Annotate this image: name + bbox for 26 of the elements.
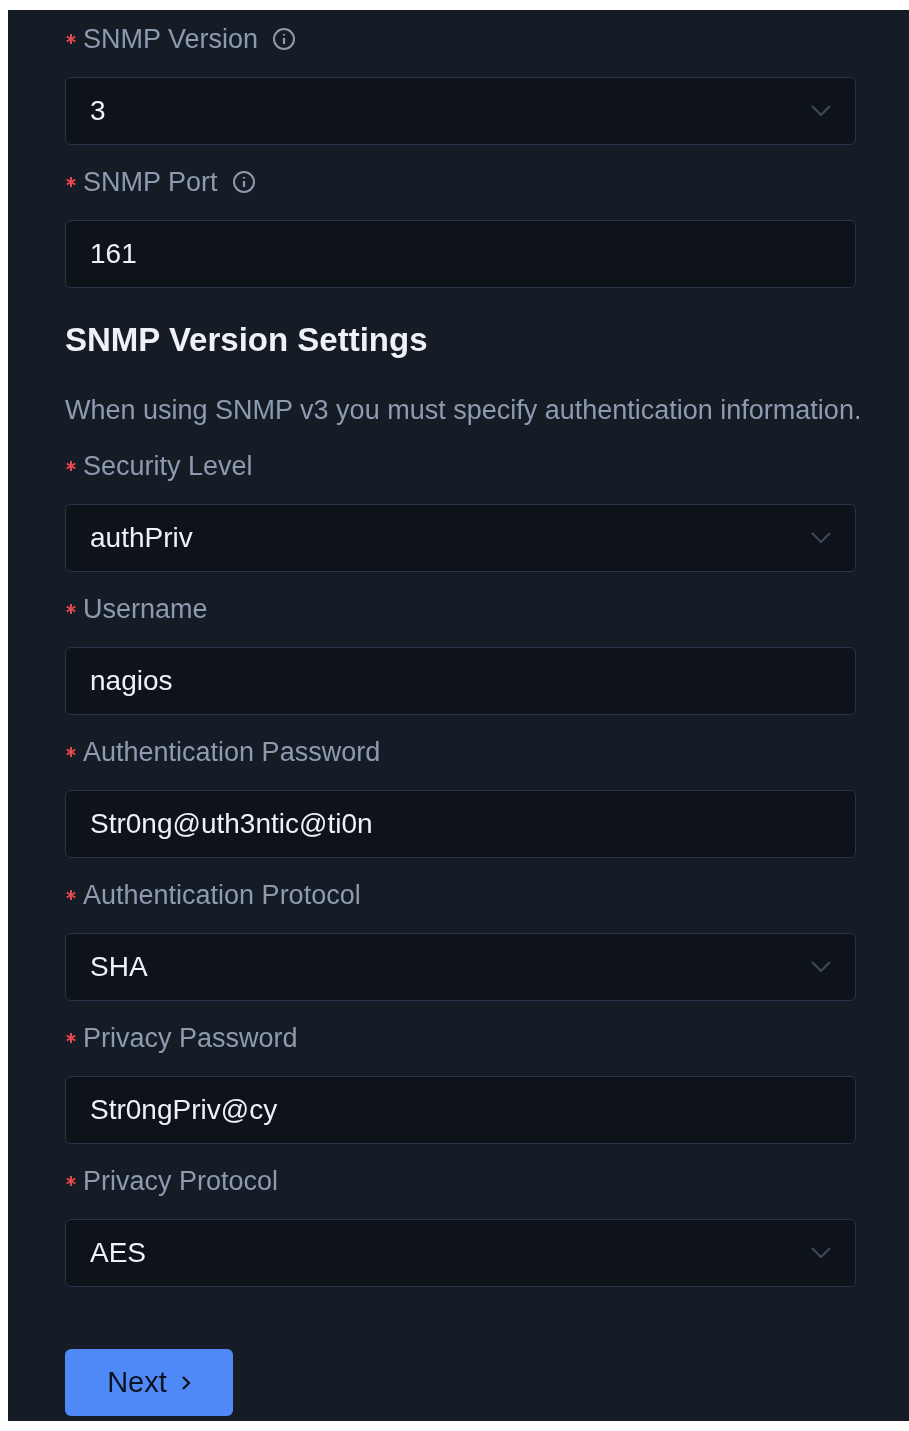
field-label: SNMP Version <box>83 26 259 52</box>
chevron-down-icon <box>811 1247 831 1259</box>
field-label: Username <box>83 596 208 622</box>
next-button[interactable]: Next <box>65 1349 233 1416</box>
input-field[interactable]: nagios <box>65 647 856 715</box>
field-label: SNMP Port <box>83 169 218 195</box>
chevron-right-icon <box>180 1374 191 1391</box>
input-field[interactable]: Str0ng@uth3ntic@ti0n <box>65 790 856 858</box>
select-field[interactable]: SHA <box>65 933 856 1001</box>
input-field[interactable]: Str0ngPriv@cy <box>65 1076 856 1144</box>
chevron-down-icon <box>811 105 831 117</box>
field-label: Privacy Password <box>83 1025 298 1051</box>
select-field[interactable]: AES <box>65 1219 856 1287</box>
info-icon[interactable] <box>231 170 256 194</box>
field-label: Authentication Protocol <box>83 882 361 908</box>
select-field[interactable]: authPriv <box>65 504 856 572</box>
section-description: When using SNMP v3 you must specify authentication information. <box>65 394 863 426</box>
field-label: Privacy Protocol <box>83 1168 279 1194</box>
chevron-down-icon <box>811 532 831 544</box>
info-icon[interactable] <box>272 27 297 51</box>
section-title: SNMP Version Settings <box>65 320 429 360</box>
input-field[interactable]: 161 <box>65 220 856 288</box>
chevron-down-icon <box>811 961 831 973</box>
field-label: Authentication Password <box>83 739 381 765</box>
field-label: Security Level <box>83 453 253 479</box>
select-field[interactable]: 3 <box>65 77 856 145</box>
